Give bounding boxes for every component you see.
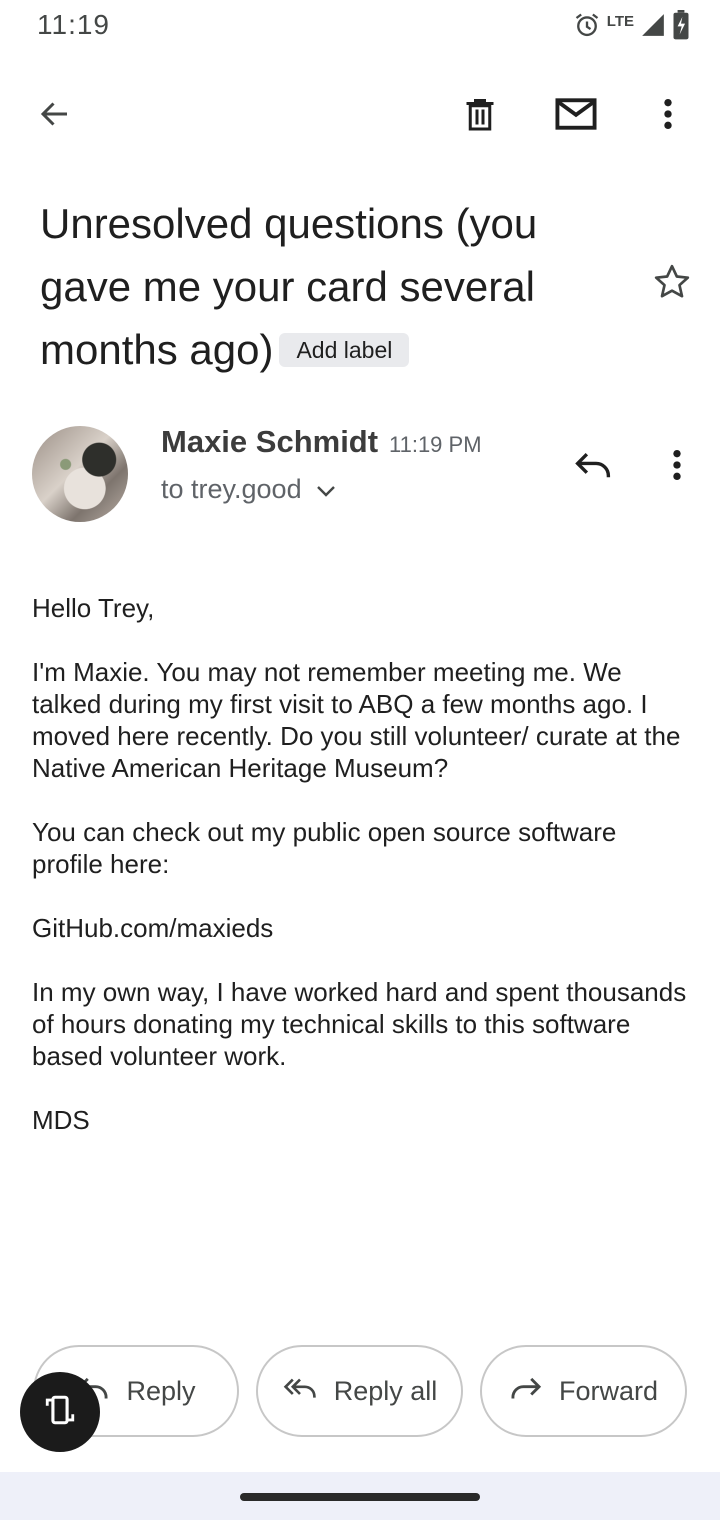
screen-rotation-icon bbox=[43, 1393, 77, 1432]
reply-icon bbox=[573, 449, 613, 486]
body-paragraph: Hello Trey, bbox=[32, 593, 155, 623]
forward-button[interactable]: Forward bbox=[480, 1345, 687, 1437]
mark-unread-button[interactable] bbox=[548, 88, 604, 144]
sender-name: Maxie Schmidt bbox=[161, 424, 379, 459]
system-nav-bar bbox=[0, 1472, 720, 1520]
status-bar: 11:19 LTE bbox=[0, 0, 720, 56]
github-link[interactable]: GitHub.com/maxieds bbox=[32, 912, 692, 944]
top-toolbar bbox=[0, 76, 720, 156]
email-time: 11:19 PM bbox=[389, 432, 482, 457]
alarm-icon bbox=[573, 11, 601, 44]
delete-icon bbox=[462, 95, 498, 138]
reply-label: Reply bbox=[126, 1375, 196, 1406]
chevron-down-icon bbox=[316, 474, 336, 505]
back-button[interactable] bbox=[27, 88, 83, 144]
signature: MDS bbox=[32, 1105, 90, 1135]
back-arrow-icon bbox=[37, 96, 73, 137]
more-vert-icon bbox=[672, 448, 682, 487]
quick-reply-button[interactable] bbox=[566, 440, 620, 494]
status-icons: LTE bbox=[573, 9, 690, 45]
network-type: LTE bbox=[606, 12, 634, 30]
reply-all-icon bbox=[282, 1374, 318, 1409]
body-paragraph: I'm Maxie. You may not remember meeting … bbox=[32, 657, 681, 783]
delete-button[interactable] bbox=[452, 88, 508, 144]
status-time: 11:19 bbox=[37, 9, 110, 40]
reply-all-label: Reply all bbox=[333, 1375, 438, 1406]
recipient-text: to trey.good bbox=[161, 474, 302, 504]
forward-label: Forward bbox=[558, 1375, 659, 1406]
message-more-button[interactable] bbox=[650, 440, 704, 494]
recipient-details[interactable]: to trey.good bbox=[161, 474, 336, 505]
forward-icon bbox=[509, 1374, 543, 1409]
more-options-button[interactable] bbox=[640, 88, 696, 144]
mark-unread-icon bbox=[555, 97, 597, 136]
body-paragraph: You can check out my public open source … bbox=[32, 817, 617, 879]
star-button[interactable] bbox=[647, 259, 697, 309]
rotate-screen-button[interactable] bbox=[20, 1372, 100, 1452]
battery-charging-icon bbox=[672, 9, 690, 45]
signal-icon bbox=[640, 11, 666, 44]
home-gesture-handle[interactable] bbox=[240, 1493, 480, 1501]
star-outline-icon bbox=[652, 262, 692, 307]
sender-avatar[interactable] bbox=[32, 426, 128, 522]
add-label-chip[interactable]: Add label bbox=[279, 333, 410, 367]
email-body: Hello Trey, I'm Maxie. You may not remem… bbox=[32, 592, 692, 1168]
email-subject: Unresolved questions (you gave me your c… bbox=[40, 192, 630, 381]
body-paragraph: In my own way, I have worked hard and sp… bbox=[32, 977, 687, 1071]
reply-all-button[interactable]: Reply all bbox=[256, 1345, 463, 1437]
more-vert-icon bbox=[663, 97, 673, 136]
